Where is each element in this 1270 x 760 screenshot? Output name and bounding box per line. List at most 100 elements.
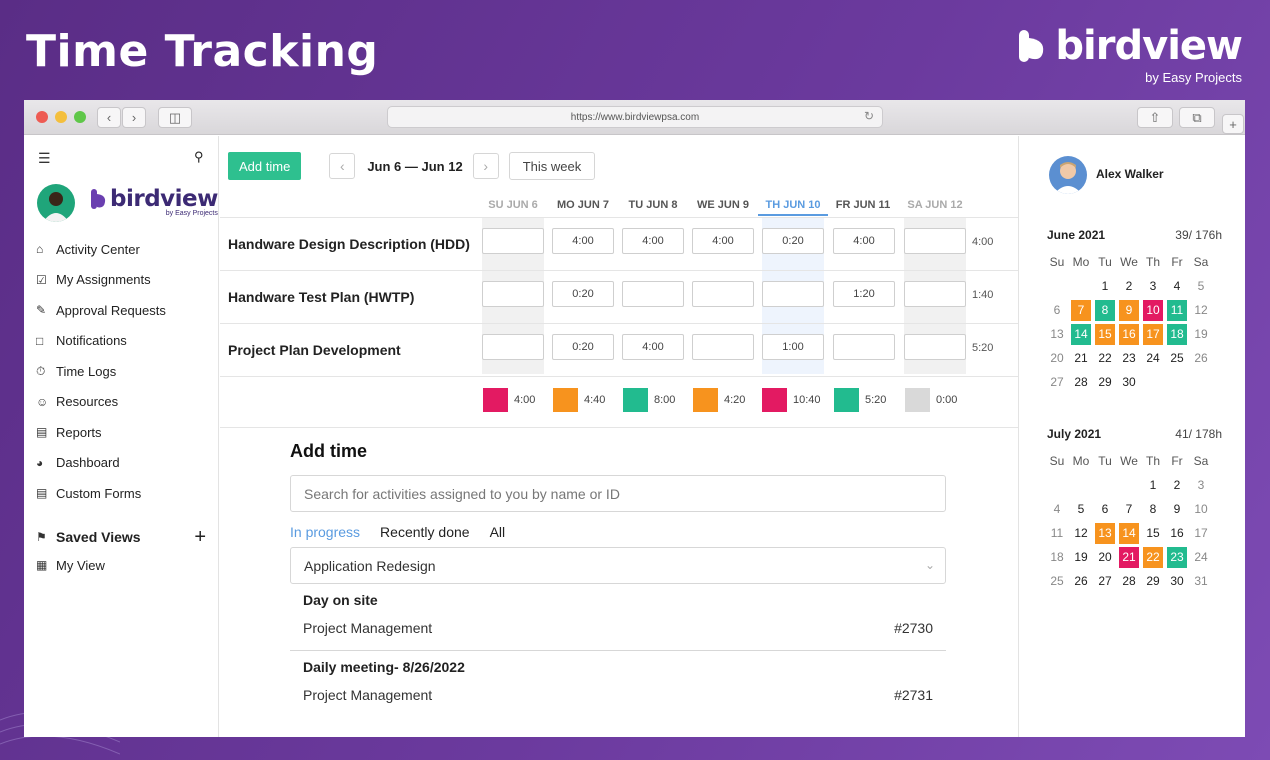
user-avatar[interactable] xyxy=(1049,156,1087,194)
tab-all[interactable]: All xyxy=(490,524,506,540)
calendar-day[interactable]: 16 xyxy=(1167,523,1187,544)
calendar-day[interactable]: 10 xyxy=(1191,499,1211,520)
this-week-button[interactable]: This week xyxy=(508,152,596,180)
tabs-icon[interactable]: ⧉ xyxy=(1179,107,1215,128)
calendar-day[interactable]: 5 xyxy=(1071,499,1091,520)
time-cell[interactable]: 4:00 xyxy=(552,228,614,254)
activity-item[interactable]: Daily meeting- 8/26/2022 Project Managem… xyxy=(290,651,946,709)
calendar-day[interactable]: 21 xyxy=(1119,546,1139,568)
activity-item[interactable]: Day on site Project Management #2730 xyxy=(290,584,946,642)
sidebar-item-activity-center[interactable]: ⌂ Activity Center xyxy=(36,234,216,265)
next-week-button[interactable]: › xyxy=(472,153,499,179)
avatar[interactable] xyxy=(37,184,75,222)
calendar-day[interactable]: 29 xyxy=(1143,571,1163,592)
calendar-day[interactable]: 12 xyxy=(1191,300,1211,321)
new-tab-icon[interactable]: + xyxy=(1222,114,1244,134)
sidebar-item-my-assignments[interactable]: ☑ My Assignments xyxy=(36,265,216,296)
calendar-day[interactable]: 31 xyxy=(1191,571,1211,592)
minimize-window-button[interactable] xyxy=(55,111,67,123)
menu-icon[interactable]: ☰ xyxy=(38,150,51,167)
calendar-day[interactable]: 19 xyxy=(1071,547,1091,568)
prev-week-button[interactable]: ‹ xyxy=(329,153,356,179)
calendar-day[interactable]: 30 xyxy=(1119,372,1139,393)
calendar-day[interactable]: 27 xyxy=(1047,372,1067,393)
search-icon[interactable]: ⚲ xyxy=(194,149,204,165)
calendar-day[interactable]: 3 xyxy=(1191,475,1211,496)
calendar-day[interactable]: 9 xyxy=(1119,299,1139,321)
calendar-day[interactable]: 17 xyxy=(1143,323,1163,345)
calendar-day[interactable]: 3 xyxy=(1143,276,1163,297)
time-cell[interactable] xyxy=(762,281,824,307)
sidebar-item-approval-requests[interactable]: ✎ Approval Requests xyxy=(36,295,216,326)
time-cell[interactable] xyxy=(482,228,544,254)
calendar-day[interactable]: 13 xyxy=(1047,324,1067,345)
time-cell[interactable]: 0:20 xyxy=(552,334,614,360)
calendar-day[interactable]: 22 xyxy=(1095,348,1115,369)
calendar-day[interactable]: 1 xyxy=(1143,475,1163,496)
calendar-day[interactable]: 28 xyxy=(1119,571,1139,592)
calendar-day[interactable]: 10 xyxy=(1143,299,1163,321)
calendar-day[interactable]: 24 xyxy=(1191,547,1211,568)
sidebar-item-custom-forms[interactable]: ▤ Custom Forms xyxy=(36,478,216,509)
sidebar-item-dashboard[interactable]: ◕ Dashboard xyxy=(36,448,216,479)
time-cell[interactable]: 0:20 xyxy=(762,228,824,254)
sidebar-item-reports[interactable]: ▤ Reports xyxy=(36,417,216,448)
time-cell[interactable] xyxy=(904,228,966,254)
add-view-button[interactable]: + xyxy=(194,526,206,549)
share-icon[interactable]: ⇧ xyxy=(1137,107,1173,128)
calendar-day[interactable]: 17 xyxy=(1191,523,1211,544)
calendar-day[interactable]: 20 xyxy=(1095,547,1115,568)
calendar-day[interactable]: 16 xyxy=(1119,323,1139,345)
time-cell[interactable]: 4:00 xyxy=(622,228,684,254)
task-name[interactable]: Handware Test Plan (HWTP) xyxy=(228,289,414,305)
calendar-day[interactable]: 18 xyxy=(1047,547,1067,568)
time-cell[interactable]: 0:20 xyxy=(552,281,614,307)
calendar-day[interactable]: 25 xyxy=(1167,348,1187,369)
calendar-day[interactable]: 5 xyxy=(1191,276,1211,297)
calendar-day[interactable]: 8 xyxy=(1095,299,1115,321)
calendar-day[interactable]: 27 xyxy=(1095,571,1115,592)
calendar-day[interactable]: 9 xyxy=(1167,499,1187,520)
calendar-day[interactable]: 19 xyxy=(1191,324,1211,345)
calendar-day[interactable]: 24 xyxy=(1143,348,1163,369)
calendar-day[interactable]: 7 xyxy=(1071,299,1091,321)
calendar-day[interactable]: 12 xyxy=(1071,523,1091,544)
calendar-day[interactable]: 11 xyxy=(1047,523,1067,544)
time-cell[interactable] xyxy=(692,334,754,360)
calendar-day[interactable]: 1 xyxy=(1095,276,1115,297)
address-bar[interactable]: https://www.birdviewpsa.com ↻ xyxy=(387,106,883,128)
task-name[interactable]: Project Plan Development xyxy=(228,342,401,358)
time-cell[interactable] xyxy=(833,334,895,360)
calendar-day[interactable]: 23 xyxy=(1119,348,1139,369)
calendar-day[interactable]: 2 xyxy=(1167,475,1187,496)
calendar-day[interactable]: 25 xyxy=(1047,571,1067,592)
sidebar-toggle-icon[interactable]: ◫ xyxy=(158,107,192,128)
time-cell[interactable]: 4:00 xyxy=(833,228,895,254)
sidebar-item-my-view[interactable]: ▦ My View xyxy=(36,552,206,578)
activity-search-input[interactable]: Search for activities assigned to you by… xyxy=(290,475,946,512)
task-name[interactable]: Handware Design Description (HDD) xyxy=(228,236,470,252)
reload-icon[interactable]: ↻ xyxy=(864,109,874,123)
tab-recently-done[interactable]: Recently done xyxy=(380,524,470,540)
sidebar-item-time-logs[interactable]: ⏱ Time Logs xyxy=(36,356,216,387)
calendar-day[interactable]: 29 xyxy=(1095,372,1115,393)
time-cell[interactable] xyxy=(904,334,966,360)
calendar-day[interactable]: 2 xyxy=(1119,276,1139,297)
calendar-day[interactable]: 13 xyxy=(1095,522,1115,544)
calendar-day[interactable]: 14 xyxy=(1119,522,1139,544)
time-cell[interactable] xyxy=(482,281,544,307)
project-select[interactable]: Application Redesign ⌄ xyxy=(290,547,946,584)
time-cell[interactable]: 1:20 xyxy=(833,281,895,307)
time-cell[interactable] xyxy=(622,281,684,307)
calendar-day[interactable]: 15 xyxy=(1095,323,1115,345)
calendar-day[interactable]: 26 xyxy=(1191,348,1211,369)
time-cell[interactable] xyxy=(482,334,544,360)
calendar-day[interactable]: 4 xyxy=(1047,499,1067,520)
calendar-day[interactable]: 14 xyxy=(1071,323,1091,345)
time-cell[interactable]: 4:00 xyxy=(692,228,754,254)
calendar-day[interactable]: 30 xyxy=(1167,571,1187,592)
sidebar-item-resources[interactable]: ☺ Resources xyxy=(36,387,216,418)
calendar-day[interactable]: 26 xyxy=(1071,571,1091,592)
calendar-day[interactable]: 8 xyxy=(1143,499,1163,520)
calendar-day[interactable]: 7 xyxy=(1119,499,1139,520)
